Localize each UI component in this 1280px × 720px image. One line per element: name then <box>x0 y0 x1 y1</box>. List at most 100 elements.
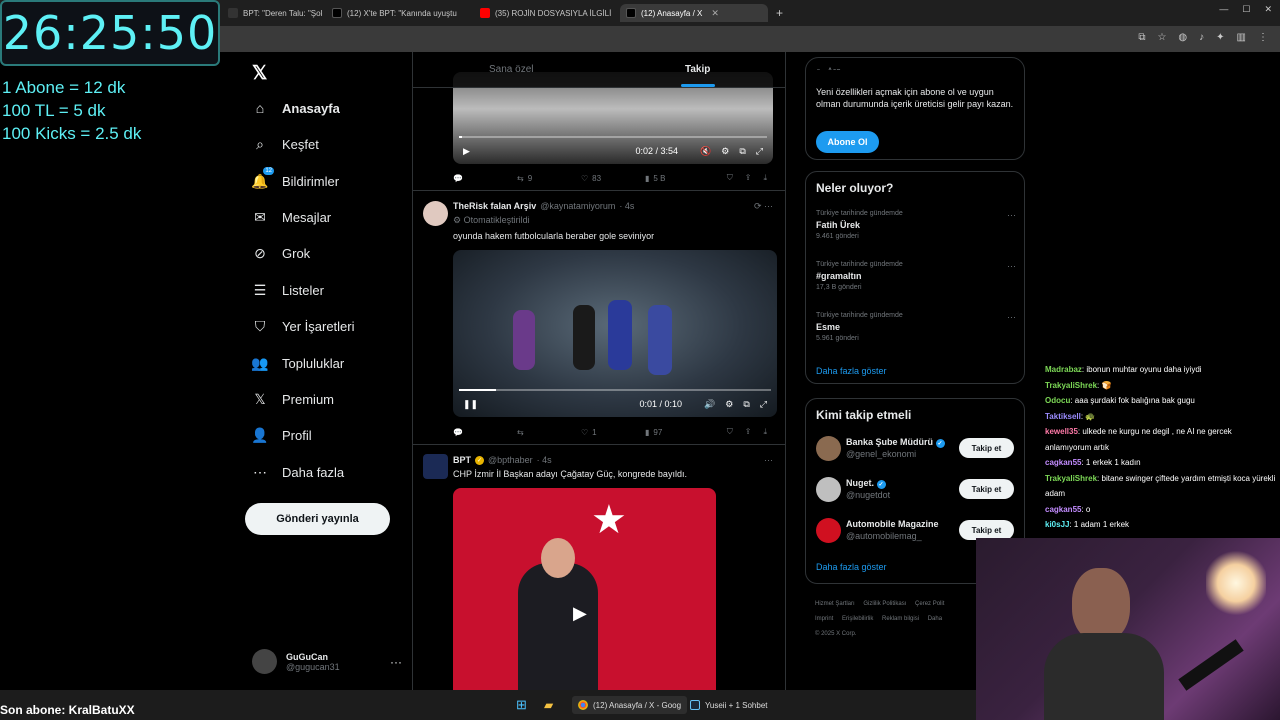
browser-tab[interactable]: BPT: "Deren Talu: "Şok <box>222 4 322 22</box>
post-age[interactable]: · 4s <box>537 455 552 465</box>
reply-button[interactable]: 💬 <box>453 428 517 437</box>
puzzle-icon[interactable]: ✦ <box>1216 32 1224 43</box>
tab-for-you[interactable]: Sana özel <box>489 64 533 75</box>
post-button[interactable]: Gönderi yayınla <box>245 503 390 535</box>
browser-tab[interactable]: (35) ROJİN DOSYASIYLA İLGİLİ <box>474 4 614 22</box>
explorer-button[interactable]: ▰ <box>544 696 553 714</box>
nav-item[interactable]: ☰ Listeler <box>252 282 324 298</box>
chat-username[interactable]: Madrabaz <box>1045 365 1082 374</box>
menu-icon[interactable]: ⋮ <box>1258 32 1268 43</box>
minimize-icon[interactable]: — <box>1219 4 1228 15</box>
fullscreen-icon[interactable]: ⤢ <box>756 146 763 157</box>
maximize-icon[interactable]: ☐ <box>1242 4 1250 15</box>
author-handle[interactable]: @kaynatamiyorum <box>540 201 615 211</box>
tab-following[interactable]: Takip <box>685 64 710 75</box>
author-name[interactable]: TheRisk falan Arşiv <box>453 201 536 211</box>
avatar[interactable] <box>423 454 448 479</box>
nav-item[interactable]: ⌕ Keşfet <box>252 136 319 152</box>
bookmark-icon[interactable]: ⛉ <box>727 427 733 437</box>
like-button[interactable]: ♡ 83 <box>581 174 645 183</box>
nav-item[interactable]: 👥 Topluluklar <box>251 355 344 371</box>
chat-username[interactable]: Taktiksell <box>1045 412 1081 421</box>
footer-link[interactable]: Imprint <box>815 616 833 622</box>
chat-username[interactable]: ki0sJJ <box>1045 520 1069 529</box>
nav-item[interactable]: 🔔 12 Bildirimler <box>251 167 339 189</box>
repost-button[interactable]: ⇆ 9 <box>517 174 581 183</box>
author-name[interactable]: BPT <box>453 455 471 465</box>
trend-item[interactable]: Türkiye tarihinde gündemde Esme 5.961 gö… <box>816 312 1016 342</box>
audio-icon[interactable]: ♪ <box>1199 32 1204 43</box>
post-age[interactable]: · 4s <box>619 201 634 211</box>
chat-username[interactable]: kewell35 <box>1045 427 1078 436</box>
follow-button[interactable]: Takip et <box>959 438 1014 458</box>
fullscreen-icon[interactable]: ⤢ <box>760 399 767 410</box>
new-tab-button[interactable]: + <box>770 4 788 22</box>
mute-icon[interactable]: 🔇 <box>700 146 711 157</box>
follow-button[interactable]: Takip et <box>959 479 1014 499</box>
share-icon[interactable]: ⇪ <box>745 427 752 437</box>
reply-button[interactable]: 💬 <box>453 174 517 183</box>
nav-item[interactable]: ⛉ Yer İşaretleri <box>252 318 355 334</box>
extension-icon[interactable]: ◍ <box>1178 32 1187 43</box>
pause-icon[interactable]: ❚❚ <box>463 399 478 410</box>
chat-username[interactable]: TrakyaliShrek <box>1045 474 1097 483</box>
like-button[interactable]: ♡ 1 <box>581 428 645 437</box>
start-button[interactable]: ⊞ <box>516 696 527 714</box>
nav-item[interactable]: 👤 Profil <box>251 427 311 443</box>
footer-link[interactable]: Reklam bilgisi <box>882 616 919 622</box>
account-switcher[interactable]: GuGuCan @gugucan31 ··· <box>252 649 402 674</box>
video-player[interactable]: ❚❚ 0:01 / 0:10 🔊 ⚙ ⧉ ⤢ <box>453 250 777 417</box>
views-button[interactable]: ▮ 5 B <box>645 174 709 183</box>
share-icon[interactable]: ⇪ <box>745 173 752 183</box>
show-more-trends-link[interactable]: Daha fazla göster <box>816 366 887 376</box>
more-icon[interactable]: ··· <box>1007 312 1016 322</box>
avatar[interactable] <box>423 201 448 226</box>
subscribe-button[interactable]: Abone Ol <box>816 131 879 153</box>
chrome-taskbar-item[interactable]: (12) Anasayfa / X - Goog <box>572 696 688 714</box>
play-icon[interactable]: ▶ <box>573 603 587 624</box>
screen-share-icon[interactable]: ⧉ <box>1138 32 1145 43</box>
download-icon[interactable]: ⤓ <box>763 173 767 183</box>
nav-item[interactable]: ⋯ Daha fazla <box>252 464 344 480</box>
nav-item[interactable]: 𝕏 Premium <box>252 391 334 407</box>
pip-icon[interactable]: ⧉ <box>743 399 749 410</box>
more-icon[interactable]: ··· <box>1007 210 1016 220</box>
author-handle[interactable]: @bpthaber <box>488 455 533 465</box>
footer-link[interactable]: Çerez Polit <box>915 601 944 607</box>
video-player[interactable]: ★ ▶ <box>453 488 716 690</box>
more-icon[interactable]: ··· <box>390 655 402 669</box>
x-logo-icon[interactable]: 𝕏 <box>252 62 267 85</box>
play-icon[interactable]: ▶ <box>463 146 470 157</box>
settings-icon[interactable]: ⚙ <box>721 146 729 157</box>
more-icon[interactable]: ··· <box>1007 261 1016 271</box>
chat-username[interactable]: cagkan55 <box>1045 458 1081 467</box>
follow-button[interactable]: Takip et <box>959 520 1014 540</box>
browser-tab[interactable]: (12) X'te BPT: "Kanında uyuştu <box>326 4 466 22</box>
post-menu[interactable]: ⟳ ··· <box>754 201 773 212</box>
sidebar-icon[interactable]: ▥ <box>1237 32 1246 43</box>
footer-link[interactable]: Erişilebilirlik <box>842 616 873 622</box>
nav-item[interactable]: ✉ Mesajlar <box>252 209 331 225</box>
steam-taskbar-item[interactable]: Yuseii + 1 Sohbet <box>684 696 774 714</box>
post-menu[interactable]: ··· <box>764 455 773 465</box>
bookmark-icon[interactable]: ⛉ <box>727 173 733 183</box>
settings-icon[interactable]: ⚙ <box>725 399 733 410</box>
footer-link[interactable]: Gizlilik Politikası <box>863 601 906 607</box>
star-icon[interactable]: ☆ <box>1157 32 1166 43</box>
trend-item[interactable]: Türkiye tarihinde gündemde Fatih Ürek 9.… <box>816 210 1016 240</box>
chat-username[interactable]: cagkan55 <box>1045 505 1081 514</box>
footer-link[interactable]: Daha <box>928 616 942 622</box>
close-tab-icon[interactable]: ✕ <box>711 8 719 19</box>
follow-suggestion[interactable]: Nuget. ✓ @nugetdot Takip et <box>816 477 1014 505</box>
footer-link[interactable]: Hizmet Şartları <box>815 601 855 607</box>
show-more-follow-link[interactable]: Daha fazla göster <box>816 562 887 572</box>
trend-item[interactable]: Türkiye tarihinde gündemde #gramaltın 17… <box>816 261 1016 291</box>
nav-item[interactable]: ⌂ Anasayfa <box>252 100 340 116</box>
chat-username[interactable]: Odocu <box>1045 396 1070 405</box>
volume-icon[interactable]: 🔊 <box>704 399 715 410</box>
views-button[interactable]: ▮ 97 <box>645 428 709 437</box>
download-icon[interactable]: ⤓ <box>763 427 767 437</box>
chat-username[interactable]: TrakyaliShrek <box>1045 381 1097 390</box>
follow-suggestion[interactable]: Banka Şube Müdürü ✓ @genel_ekonomi Takip… <box>816 436 1014 464</box>
repost-button[interactable]: ⇆ <box>517 428 581 437</box>
